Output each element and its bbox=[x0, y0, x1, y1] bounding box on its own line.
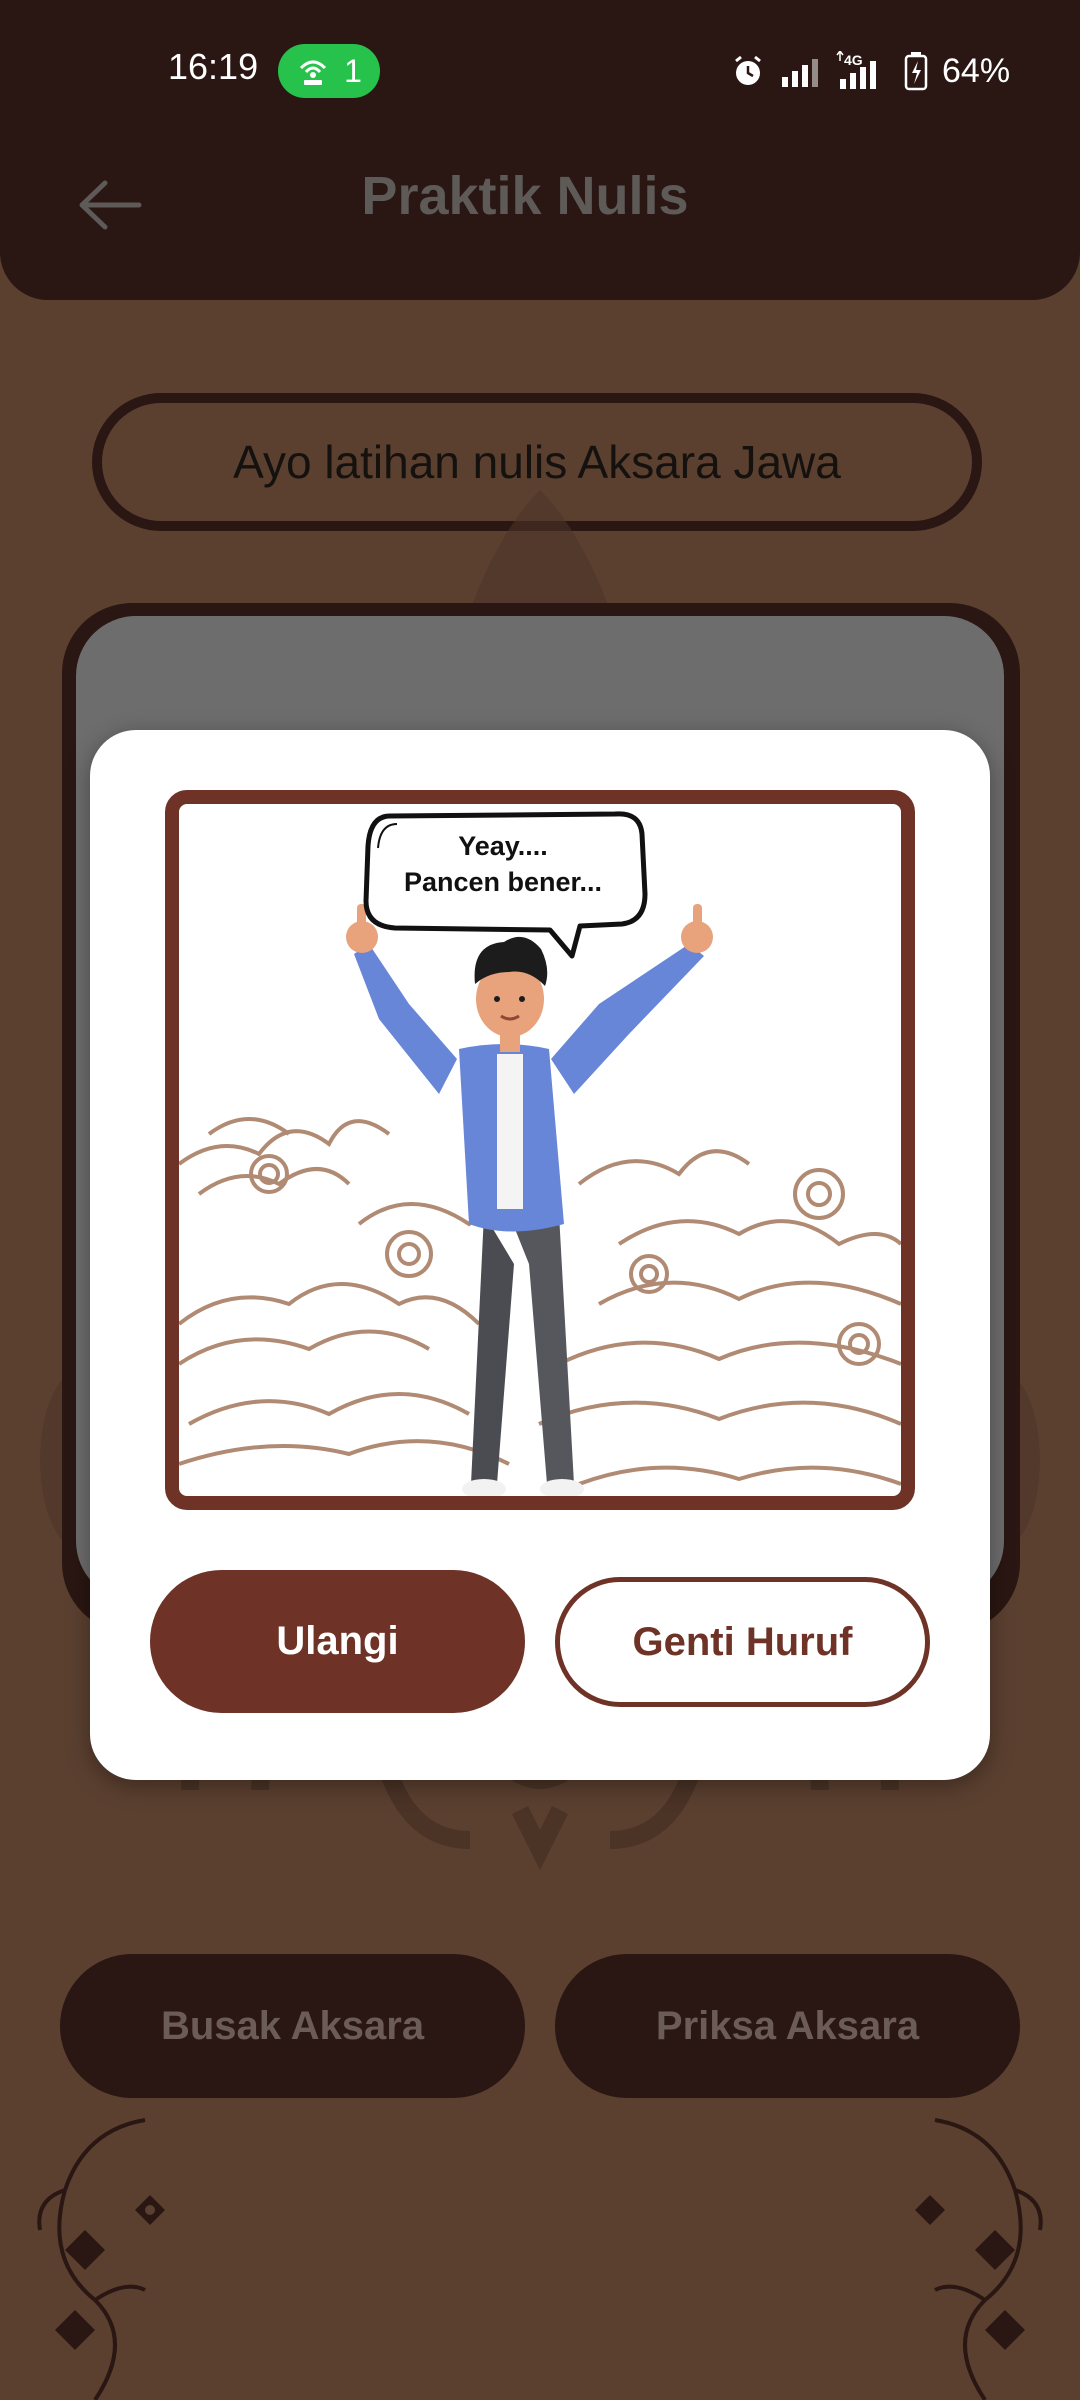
svg-text:4G: 4G bbox=[844, 52, 863, 68]
hotspot-count: 1 bbox=[344, 52, 362, 89]
hotspot-icon bbox=[300, 60, 327, 85]
check-button[interactable]: Priksa Aksara bbox=[555, 1954, 1020, 2098]
erase-button[interactable]: Busak Aksara bbox=[60, 1954, 525, 2098]
erase-button-label: Busak Aksara bbox=[160, 2003, 425, 2048]
battery-percent: 64% bbox=[942, 51, 1011, 90]
change-letter-button-label: Genti Huruf bbox=[632, 1619, 853, 1664]
retry-button-label: Ulangi bbox=[276, 1619, 399, 1663]
arrow-left-icon bbox=[79, 180, 142, 230]
floral-ornament-right bbox=[915, 2118, 1043, 2400]
battery-icon bbox=[904, 52, 928, 91]
signal-icon bbox=[782, 59, 818, 87]
hotspot-indicator: 1 bbox=[278, 44, 380, 98]
signal-4g-icon: 4G bbox=[836, 51, 876, 89]
change-letter-button[interactable]: Genti Huruf bbox=[555, 1577, 930, 1707]
back-button[interactable] bbox=[70, 170, 150, 240]
bubble-line-2: Pancen bener... bbox=[403, 867, 603, 897]
status-icons: 4G 64% bbox=[730, 44, 1010, 98]
speech-bubble-text: Yeay.... Pancen bener... bbox=[368, 828, 638, 900]
alarm-icon bbox=[735, 55, 761, 85]
instruction-text: Ayo latihan nulis Aksara Jawa bbox=[233, 436, 841, 488]
retry-button[interactable]: Ulangi bbox=[150, 1570, 525, 1713]
floral-ornament-left bbox=[37, 2118, 165, 2400]
page-title: Praktik Nulis bbox=[361, 166, 689, 226]
status-time: 16:19 bbox=[168, 46, 259, 87]
check-button-label: Priksa Aksara bbox=[655, 2003, 920, 2048]
bubble-line-1: Yeay.... bbox=[458, 831, 548, 861]
